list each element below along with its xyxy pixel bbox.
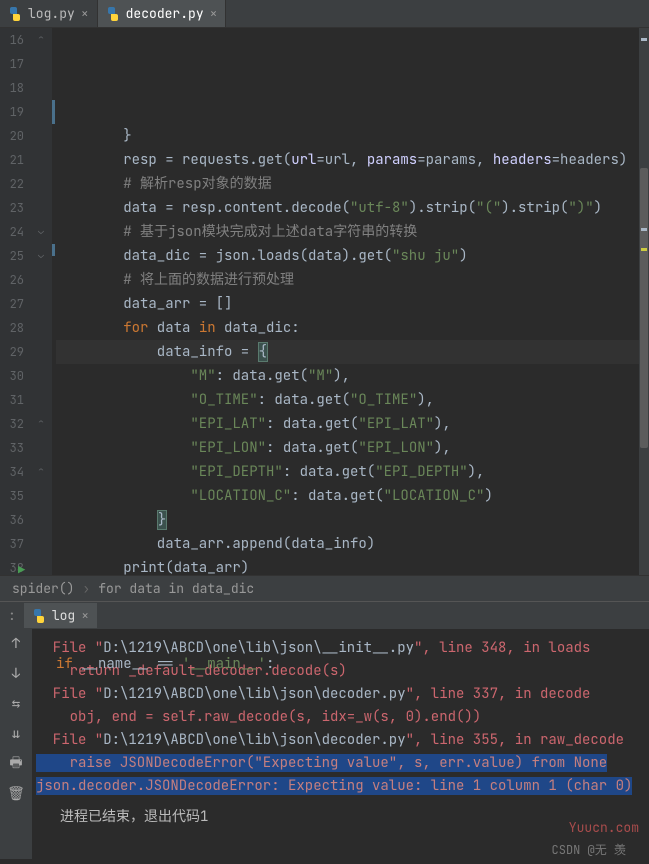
line-number: 24 [0,220,24,244]
tab-log-py[interactable]: log.py × [0,0,98,27]
python-file-icon [32,609,46,623]
code-line[interactable]: data = resp.content.decode("utf-8").stri… [56,196,649,220]
code-line[interactable]: data_arr = [] [56,292,649,316]
line-number: 20 [0,124,24,148]
code-line[interactable]: } [56,508,649,532]
code-line[interactable]: "EPI_LON": data.get("EPI_LON"), [56,436,649,460]
marker-stripe[interactable] [641,228,647,231]
code-line[interactable]: "O_TIME": data.get("O_TIME"), [56,388,649,412]
python-file-icon [106,7,120,21]
line-number: 22 [0,172,24,196]
code-line[interactable]: "EPI_LAT": data.get("EPI_LAT"), [56,412,649,436]
console-line: obj, end = self.raw_decode(s, idx=_w(s, … [36,706,645,729]
line-number: 36 [0,508,24,532]
watermark-text: Yuucn.com [569,819,639,836]
line-number: 33 [0,436,24,460]
line-number: 31 [0,388,24,412]
console-line: File "D:\1219\ABCD\one\lib\json\decoder.… [36,683,645,706]
line-number: 23 [0,196,24,220]
scrollbar-thumb[interactable] [640,168,648,448]
close-icon[interactable]: × [81,5,89,22]
line-number: 30 [0,364,24,388]
code-line[interactable]: } [56,124,649,148]
code-line[interactable]: if __name__ == '__main__': [56,652,649,676]
arrow-up-icon[interactable]: ↑ [7,635,25,653]
tab-label: decoder.py [126,5,204,22]
python-file-icon [8,7,22,21]
console-toolbar: ↑ ↓ ⇆ ⇊ 🖶 🗑 [0,629,32,859]
console-line: raise JSONDecodeError("Expecting value",… [36,752,645,775]
fold-column: ⌃ ⌄ ⌄ ⌃ ⌃ ▶ [32,28,52,575]
trash-icon[interactable]: 🗑 [7,785,25,803]
code-line[interactable]: # 基于json模块完成对上述data字符串的转换 [56,220,649,244]
vcs-change-marker [52,100,55,124]
code-line[interactable]: "M": data.get("M"), [56,364,649,388]
line-number: 25 [0,244,24,268]
line-number: 19 [0,100,24,124]
code-line[interactable]: data_info = { [56,340,649,364]
code-editor[interactable]: 1617181920212223242526272829303132333435… [0,28,649,575]
line-number: 17 [0,52,24,76]
code-line[interactable]: resp = requests.get(url=url, params=para… [56,148,649,172]
file-link[interactable]: D:\1219\ABCD\one\lib\json\decoder.py [103,685,405,703]
console-line: File "D:\1219\ABCD\one\lib\json\decoder.… [36,729,645,752]
scroll-to-end-icon[interactable]: ⇊ [7,725,25,743]
tool-window-prefix: : [8,607,24,624]
code-line[interactable]: data_dic = json.loads(data).get("shu ju"… [56,244,649,268]
fold-down-icon[interactable]: ⌄ [36,248,46,261]
code-line[interactable]: data_arr.append(data_info) [56,532,649,556]
close-icon[interactable]: × [210,5,218,22]
console-line: json.decoder.JSONDecodeError: Expecting … [36,775,645,798]
fold-up-icon[interactable]: ⌃ [36,416,46,429]
code-line[interactable] [56,604,649,628]
marker-stripe[interactable] [641,38,647,41]
line-number: 27 [0,292,24,316]
line-number: 26 [0,268,24,292]
code-line[interactable]: "LOCATION_C": data.get("LOCATION_C") [56,484,649,508]
print-icon[interactable]: 🖶 [7,755,25,773]
fold-up-icon[interactable]: ⌃ [36,32,46,45]
code-line[interactable]: for data in data_dic: [56,316,649,340]
editor-tabs: log.py × decoder.py × [0,0,649,28]
line-number: 32 [0,412,24,436]
arrow-down-icon[interactable]: ↓ [7,665,25,683]
run-gutter-icon[interactable]: ▶ [18,562,25,578]
code-line[interactable]: "EPI_DEPTH": data.get("EPI_DEPTH"), [56,460,649,484]
line-number-gutter: 1617181920212223242526272829303132333435… [0,28,32,575]
fold-up-icon[interactable]: ⌃ [36,464,46,477]
soft-wrap-icon[interactable]: ⇆ [7,695,25,713]
code-line[interactable]: print(data_arr) [56,556,649,580]
code-content[interactable]: } resp = requests.get(url=url, params=pa… [52,28,649,575]
csdn-attribution: CSDN @无 羡ᅟᅠ [552,841,637,858]
code-line[interactable] [56,628,649,652]
line-number: 29 [0,340,24,364]
vcs-change-marker [52,244,55,256]
tab-decoder-py[interactable]: decoder.py × [98,0,227,27]
fold-down-icon[interactable]: ⌄ [36,224,46,237]
code-line[interactable]: # 将上面的数据进行预处理 [56,268,649,292]
line-number: 16 [0,28,24,52]
line-number: 21 [0,148,24,172]
line-number: 28 [0,316,24,340]
warning-stripe[interactable] [641,248,647,251]
line-number: 34 [0,460,24,484]
code-line[interactable] [56,580,649,604]
line-number: 37 [0,532,24,556]
line-number: 18 [0,76,24,100]
editor-scrollbar[interactable] [639,28,649,575]
tab-label: log.py [28,5,75,22]
process-exit-status: 进程已结束，退出代码1 [36,798,645,833]
code-line[interactable]: # 解析resp对象的数据 [56,172,649,196]
line-number: 35 [0,484,24,508]
file-link[interactable]: D:\1219\ABCD\one\lib\json\decoder.py [103,731,405,749]
